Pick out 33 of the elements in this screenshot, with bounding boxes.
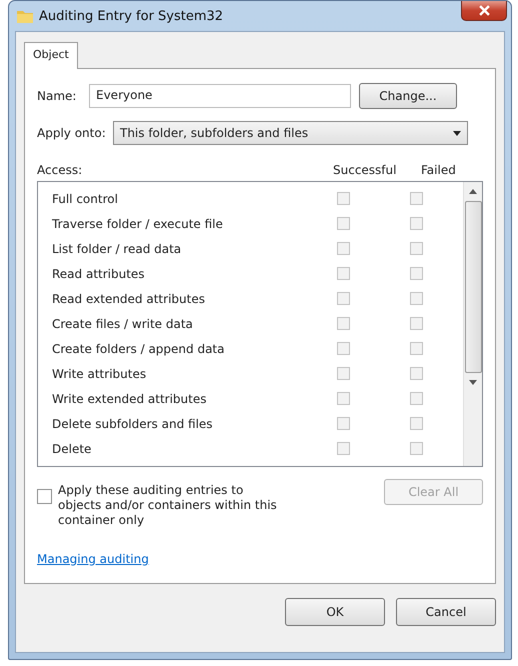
access-header: Access: [37, 163, 84, 177]
permission-name: Delete subfolders and files [51, 416, 214, 430]
permission-name: Read attributes [51, 266, 146, 280]
close-button[interactable] [461, 1, 507, 21]
name-label: Name: [37, 89, 78, 103]
cancel-button[interactable]: Cancel [396, 598, 496, 626]
change-button[interactable]: Change... [359, 83, 457, 109]
permission-name: Read extended attributes [51, 292, 206, 306]
ok-button[interactable]: OK [285, 598, 385, 626]
permission-name: Delete [51, 442, 92, 456]
scroll-up-icon [469, 189, 477, 194]
tab[interactable]: Object [24, 42, 78, 69]
apply-only-checkbox[interactable] [37, 489, 52, 504]
scroll-down-icon [469, 380, 477, 385]
managing-auditing-link[interactable]: Managing auditing [37, 552, 149, 566]
permission-name: Write extended attributes [51, 392, 208, 406]
permission-name: Traverse folder / execute file [51, 216, 224, 230]
apply-onto-dropdown[interactable]: This folder, subfolders and files [113, 121, 468, 145]
caret-icon [453, 130, 461, 136]
window-title: Auditing Entry for System32 [39, 8, 224, 24]
permission-name: List folder / read data [51, 242, 182, 256]
permission-name: Create folders / append data [51, 342, 226, 356]
permission-name: Create files / write data [51, 316, 194, 330]
permission-name: Full control [51, 192, 119, 206]
close-icon [478, 5, 490, 16]
scrollbar[interactable] [463, 182, 482, 466]
apply-onto-label: Apply onto: [37, 126, 107, 140]
apply-only-label: Apply these auditing entries to objects and/or containers within this container only [58, 483, 278, 528]
column-header: Successful [333, 163, 398, 177]
folder-icon [17, 9, 33, 23]
column-header: Failed [421, 163, 457, 177]
permission-name: Write attributes [51, 366, 148, 380]
name-field[interactable]: Everyone [89, 84, 351, 108]
